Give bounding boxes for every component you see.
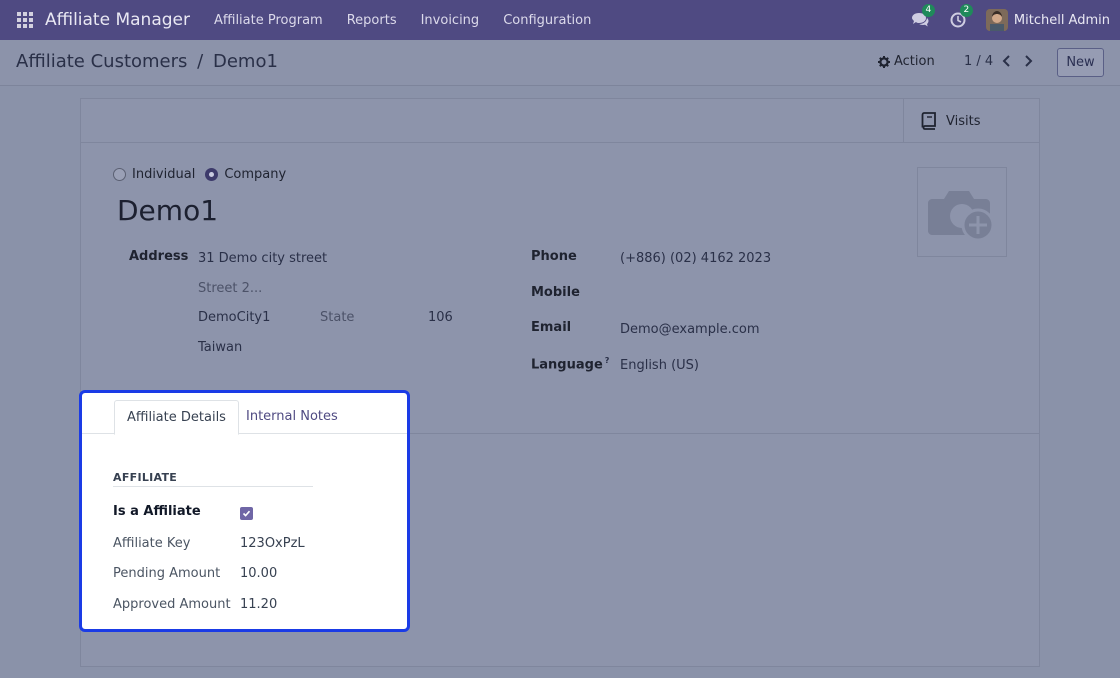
- radio-individual[interactable]: [113, 168, 126, 181]
- tab-affiliate-details[interactable]: Affiliate Details: [114, 400, 239, 435]
- book-icon: [921, 112, 936, 130]
- breadcrumb-current: Demo1: [212, 51, 278, 72]
- user-name[interactable]: Mitchell Admin: [1014, 13, 1110, 28]
- gear-icon: [878, 55, 890, 68]
- affiliate-key-field[interactable]: 123OxPzL: [240, 536, 305, 551]
- avatar[interactable]: [985, 9, 1008, 31]
- is-affiliate-checkbox[interactable]: [240, 507, 253, 520]
- messages-badge: 4: [921, 4, 935, 17]
- street-field[interactable]: 31 Demo city street: [198, 251, 327, 266]
- messages-button[interactable]: 4: [910, 4, 935, 30]
- mobile-label: Mobile: [531, 285, 580, 300]
- visits-button[interactable]: Visits: [903, 99, 1039, 143]
- check-icon: [242, 510, 251, 517]
- radio-company[interactable]: [205, 168, 219, 181]
- affiliate-details-panel: Affiliate Details Internal Notes AFFILIA…: [79, 390, 410, 632]
- zip-field[interactable]: 106: [428, 310, 453, 325]
- email-field[interactable]: Demo@example.com: [620, 322, 759, 337]
- camera-plus-icon: [928, 191, 995, 242]
- state-field[interactable]: State: [320, 310, 354, 325]
- pager-value[interactable]: 1 / 4: [964, 54, 993, 69]
- partner-image-upload[interactable]: [917, 167, 1007, 257]
- is-affiliate-label: Is a Affiliate: [113, 504, 201, 519]
- visits-label: Visits: [946, 113, 981, 129]
- partner-name-field[interactable]: Demo1: [117, 194, 218, 227]
- app-brand[interactable]: Affiliate Manager: [45, 10, 190, 30]
- breadcrumb-parent[interactable]: Affiliate Customers: [16, 51, 187, 72]
- mobile-field[interactable]: [620, 285, 820, 301]
- navbar-systray: 4 2 Mitchell Admin: [910, 0, 1110, 40]
- pending-amount-field[interactable]: 10.00: [240, 566, 277, 581]
- breadcrumb-separator: /: [197, 51, 204, 72]
- address-label: Address: [129, 249, 189, 264]
- approved-amount-field[interactable]: 11.20: [240, 597, 277, 612]
- approved-amount-label: Approved Amount: [113, 597, 231, 612]
- activities-badge: 2: [959, 4, 973, 17]
- company-type-selector: Individual Company: [113, 167, 296, 182]
- button-box: Visits: [81, 99, 1039, 143]
- menu-invoicing[interactable]: Invoicing: [421, 13, 480, 28]
- city-field[interactable]: DemoCity1: [198, 310, 270, 325]
- language-field[interactable]: English (US): [620, 358, 699, 373]
- breadcrumb: Affiliate Customers / Demo1: [16, 51, 278, 72]
- email-label: Email: [531, 320, 572, 335]
- tab-internal-notes[interactable]: Internal Notes: [234, 400, 350, 435]
- country-field[interactable]: Taiwan: [198, 340, 242, 355]
- language-label-text: Language: [531, 357, 603, 373]
- action-label: Action: [894, 54, 935, 69]
- affiliate-key-label: Affiliate Key: [113, 536, 191, 551]
- top-navbar: Affiliate Manager Affiliate Program Repo…: [0, 0, 1120, 40]
- chevron-left-icon[interactable]: [1000, 53, 1014, 69]
- new-button[interactable]: New: [1057, 48, 1104, 77]
- control-panel: Affiliate Customers / Demo1 Action 1 / 4…: [0, 40, 1120, 86]
- pending-amount-label: Pending Amount: [113, 566, 221, 581]
- activities-button[interactable]: 2: [948, 4, 973, 30]
- notebook-tabs: Affiliate Details Internal Notes: [82, 393, 407, 435]
- chevron-right-icon[interactable]: [1021, 53, 1035, 69]
- action-button[interactable]: Action: [878, 54, 935, 69]
- radio-individual-label[interactable]: Individual: [132, 167, 195, 182]
- menu-affiliate-program[interactable]: Affiliate Program: [214, 13, 323, 28]
- language-label: Language?: [531, 356, 609, 372]
- language-help-tooltip[interactable]: ?: [605, 356, 610, 365]
- radio-company-label[interactable]: Company: [224, 167, 286, 182]
- phone-label: Phone: [531, 249, 577, 264]
- apps-grid-icon[interactable]: [17, 12, 33, 28]
- street2-field[interactable]: Street 2...: [198, 281, 262, 296]
- group-divider: [113, 486, 313, 487]
- menu-reports[interactable]: Reports: [347, 13, 397, 28]
- phone-field[interactable]: (+886) (02) 4162 2023: [620, 251, 771, 266]
- affiliate-group-title: AFFILIATE: [113, 471, 178, 484]
- menu-configuration[interactable]: Configuration: [503, 13, 591, 28]
